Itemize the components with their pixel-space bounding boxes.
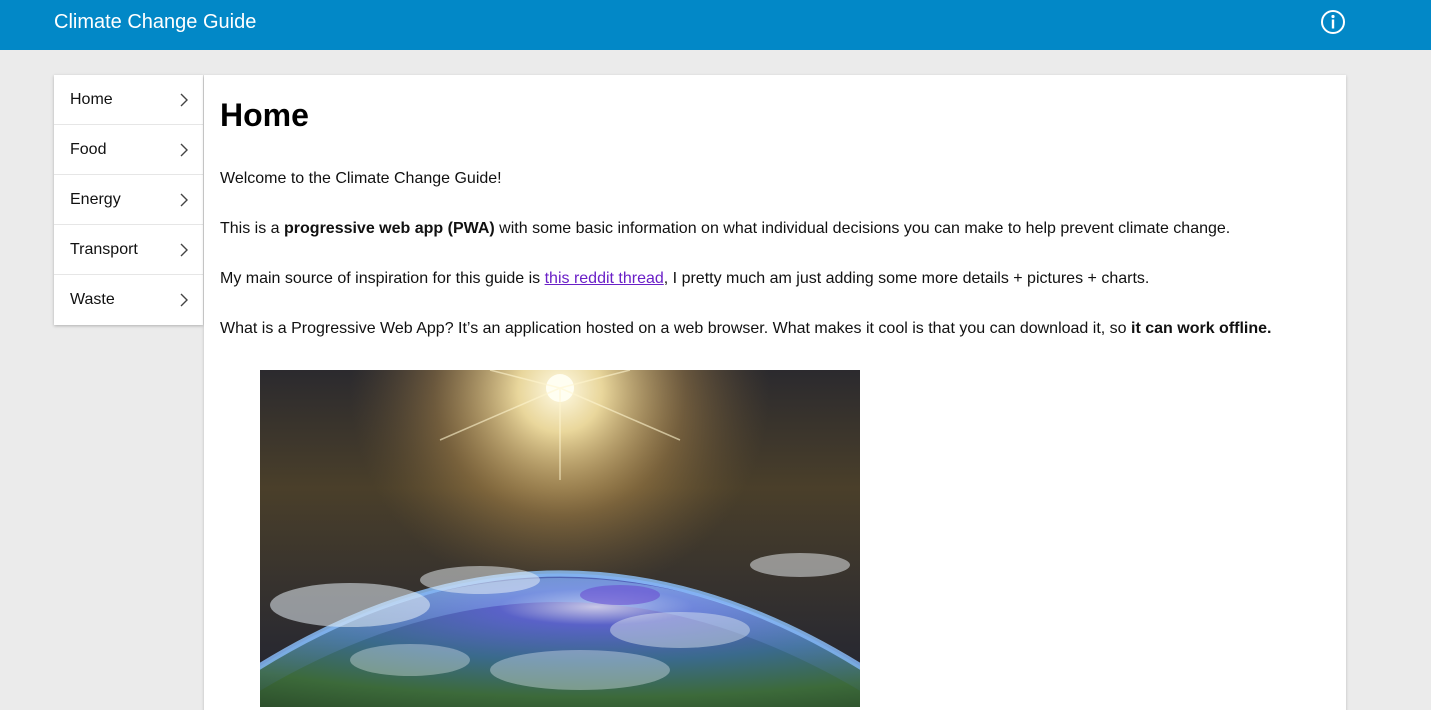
info-circle-icon[interactable] xyxy=(1320,9,1346,35)
pwa-explain-bold: it can work offline. xyxy=(1131,320,1272,337)
app-bar: Climate Change Guide xyxy=(0,0,1431,50)
chevron-right-icon xyxy=(180,193,188,207)
sidebar-item-energy[interactable]: Energy xyxy=(54,175,203,225)
sidebar-item-label: Waste xyxy=(70,291,115,308)
welcome-text: Welcome to the Climate Change Guide! xyxy=(220,170,502,187)
chevron-right-icon xyxy=(180,243,188,257)
pwa-intro-bold: progressive web app (PWA) xyxy=(284,220,495,237)
sidebar-item-food[interactable]: Food xyxy=(54,125,203,175)
sidebar-item-label: Transport xyxy=(70,241,138,258)
sidebar-item-label: Energy xyxy=(70,191,121,208)
chevron-right-icon xyxy=(180,143,188,157)
page-title: Home xyxy=(220,97,309,133)
pwa-intro-text: This is a progressive web app (PWA) with… xyxy=(220,219,1330,239)
main-content: Home Welcome to the Climate Change Guide… xyxy=(204,75,1346,710)
sidebar-item-home[interactable]: Home xyxy=(54,75,203,125)
reddit-thread-link[interactable]: this reddit thread xyxy=(545,270,664,287)
chevron-right-icon xyxy=(180,93,188,107)
chevron-right-icon xyxy=(180,293,188,307)
inspiration-text: My main source of inspiration for this g… xyxy=(220,269,1330,289)
app-title: Climate Change Guide xyxy=(54,11,257,33)
pwa-explain-text: What is a Progressive Web App? It’s an a… xyxy=(220,319,1330,339)
earth-from-space-image xyxy=(260,370,860,707)
inspiration-before: My main source of inspiration for this g… xyxy=(220,270,545,287)
inspiration-after: , I pretty much am just adding some more… xyxy=(663,270,1150,287)
pwa-intro-before: This is a xyxy=(220,220,285,237)
sidebar-item-waste[interactable]: Waste xyxy=(54,275,203,325)
sidebar-item-label: Home xyxy=(70,91,113,108)
pwa-explain-before: What is a Progressive Web App? It’s an a… xyxy=(220,320,1132,337)
sidebar-item-transport[interactable]: Transport xyxy=(54,225,203,275)
pwa-intro-after: with some basic information on what indi… xyxy=(494,220,1231,237)
sidebar-nav: Home Food Energy Transport Waste xyxy=(54,75,203,325)
sidebar-item-label: Food xyxy=(70,141,107,158)
